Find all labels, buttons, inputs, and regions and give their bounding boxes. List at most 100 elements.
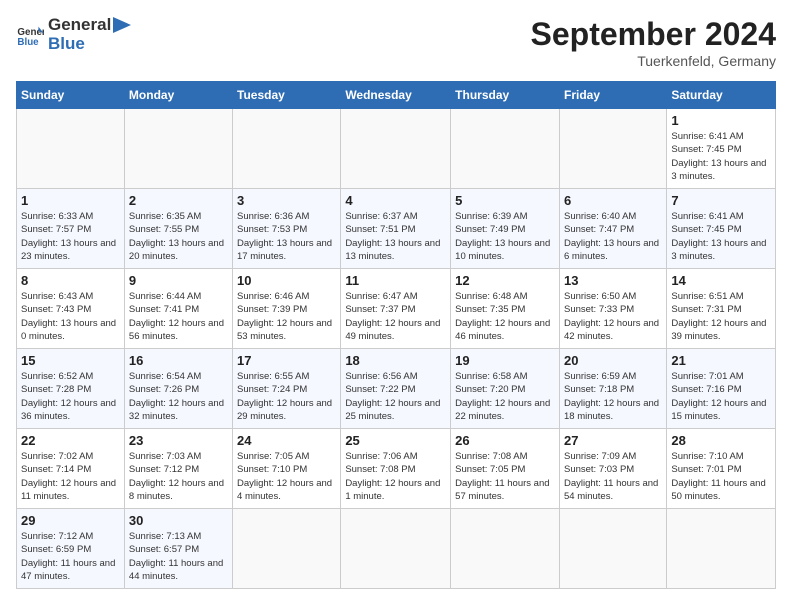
table-row: 14 Sunrise: 6:51 AMSunset: 7:31 PMDayligh… xyxy=(667,269,776,349)
table-row: 5Sunrise: 6:39 AMSunset: 7:49 PMDaylight… xyxy=(451,189,560,269)
location: Tuerkenfeld, Germany xyxy=(531,53,776,69)
header-tuesday: Tuesday xyxy=(233,82,341,109)
day-info: Sunrise: 6:48 AMSunset: 7:35 PMDaylight:… xyxy=(455,290,555,343)
table-row: 22Sunrise: 7:02 AMSunset: 7:14 PMDayligh… xyxy=(17,429,125,509)
day-info: Sunrise: 6:50 AMSunset: 7:33 PMDaylight:… xyxy=(564,290,662,343)
calendar-header-row: Sunday Monday Tuesday Wednesday Thursday… xyxy=(17,82,776,109)
table-row: 20Sunrise: 6:59 AMSunset: 7:18 PMDayligh… xyxy=(559,349,666,429)
day-info: Sunrise: 6:37 AMSunset: 7:51 PMDaylight:… xyxy=(345,210,446,263)
day-number: 6 xyxy=(564,193,662,208)
day-number: 4 xyxy=(345,193,446,208)
table-row: 16Sunrise: 6:54 AMSunset: 7:26 PMDayligh… xyxy=(124,349,232,429)
day-info: Sunrise: 7:06 AMSunset: 7:08 PMDaylight:… xyxy=(345,450,446,503)
table-row: 1 Sunrise: 6:41 AMSunset: 7:45 PMDaylight… xyxy=(667,109,776,189)
day-info: Sunrise: 7:03 AMSunset: 7:12 PMDaylight:… xyxy=(129,450,228,503)
day-info: Sunrise: 6:56 AMSunset: 7:22 PMDaylight:… xyxy=(345,370,446,423)
page-header: General Blue General Blue September 2024… xyxy=(16,16,776,69)
day-number: 1 xyxy=(671,113,771,128)
day-info: Sunrise: 7:05 AMSunset: 7:10 PMDaylight:… xyxy=(237,450,336,503)
calendar-week-row: 22Sunrise: 7:02 AMSunset: 7:14 PMDayligh… xyxy=(17,429,776,509)
day-number: 16 xyxy=(129,353,228,368)
day-number: 29 xyxy=(21,513,120,528)
logo-icon: General Blue xyxy=(16,21,44,49)
table-row: 26Sunrise: 7:08 AMSunset: 7:05 PMDayligh… xyxy=(451,429,560,509)
logo-general: General xyxy=(48,16,111,35)
table-row: 3 Sunrise: 6:36 AMSunset: 7:53 PMDaylight… xyxy=(233,189,341,269)
calendar-week-row: 1Sunrise: 6:33 AMSunset: 7:57 PMDaylight… xyxy=(17,189,776,269)
day-info: Sunrise: 6:51 AMSunset: 7:31 PMDaylight:… xyxy=(671,290,771,343)
day-number: 11 xyxy=(345,273,446,288)
table-row: 24 Sunrise: 7:05 AMSunset: 7:10 PMDayligh… xyxy=(233,429,341,509)
day-number: 25 xyxy=(345,433,446,448)
page-container: General Blue General Blue September 2024… xyxy=(0,0,792,597)
day-info: Sunrise: 7:12 AMSunset: 6:59 PMDaylight:… xyxy=(21,530,120,583)
table-row xyxy=(233,109,341,189)
table-row: 7Sunrise: 6:41 AMSunset: 7:45 PMDaylight… xyxy=(667,189,776,269)
day-info: Sunrise: 6:43 AMSunset: 7:43 PMDaylight:… xyxy=(21,290,120,343)
table-row xyxy=(559,109,666,189)
day-info: Sunrise: 6:40 AMSunset: 7:47 PMDaylight:… xyxy=(564,210,662,263)
day-info: Sunrise: 7:13 AMSunset: 6:57 PMDaylight:… xyxy=(129,530,228,583)
table-row: 9 Sunrise: 6:44 AMSunset: 7:41 PMDaylight… xyxy=(124,269,232,349)
day-number: 21 xyxy=(671,353,771,368)
day-info: Sunrise: 7:02 AMSunset: 7:14 PMDaylight:… xyxy=(21,450,120,503)
day-number: 9 xyxy=(129,273,228,288)
day-info: Sunrise: 6:46 AMSunset: 7:39 PMDaylight:… xyxy=(237,290,336,343)
day-number: 7 xyxy=(671,193,771,208)
table-row: 29 Sunrise: 7:12 AMSunset: 6:59 PMDayligh… xyxy=(17,509,125,589)
day-number: 2 xyxy=(129,193,228,208)
day-info: Sunrise: 6:58 AMSunset: 7:20 PMDaylight:… xyxy=(455,370,555,423)
header-monday: Monday xyxy=(124,82,232,109)
table-row xyxy=(341,109,451,189)
table-row: 27Sunrise: 7:09 AMSunset: 7:03 PMDayligh… xyxy=(559,429,666,509)
day-info: Sunrise: 6:55 AMSunset: 7:24 PMDaylight:… xyxy=(237,370,336,423)
table-row: 18 Sunrise: 6:56 AMSunset: 7:22 PMDayligh… xyxy=(341,349,451,429)
table-row xyxy=(17,109,125,189)
logo: General Blue General Blue xyxy=(16,16,131,53)
table-row: 6 Sunrise: 6:40 AMSunset: 7:47 PMDaylight… xyxy=(559,189,666,269)
table-row xyxy=(341,509,451,589)
day-number: 14 xyxy=(671,273,771,288)
header-sunday: Sunday xyxy=(17,82,125,109)
table-row xyxy=(559,509,666,589)
table-row: 21Sunrise: 7:01 AMSunset: 7:16 PMDayligh… xyxy=(667,349,776,429)
table-row xyxy=(233,509,341,589)
table-row xyxy=(451,109,560,189)
day-number: 12 xyxy=(455,273,555,288)
logo-blue: Blue xyxy=(48,35,131,54)
title-section: September 2024 Tuerkenfeld, Germany xyxy=(531,16,776,69)
day-number: 13 xyxy=(564,273,662,288)
calendar-week-row: 8Sunrise: 6:43 AMSunset: 7:43 PMDaylight… xyxy=(17,269,776,349)
table-row: 23 Sunrise: 7:03 AMSunset: 7:12 PMDayligh… xyxy=(124,429,232,509)
day-number: 27 xyxy=(564,433,662,448)
calendar-week-row: 29 Sunrise: 7:12 AMSunset: 6:59 PMDayligh… xyxy=(17,509,776,589)
day-number: 24 xyxy=(237,433,336,448)
svg-text:Blue: Blue xyxy=(17,36,39,47)
table-row: 28 Sunrise: 7:10 AMSunset: 7:01 PMDayligh… xyxy=(667,429,776,509)
header-saturday: Saturday xyxy=(667,82,776,109)
day-number: 19 xyxy=(455,353,555,368)
day-number: 23 xyxy=(129,433,228,448)
day-number: 3 xyxy=(237,193,336,208)
day-number: 20 xyxy=(564,353,662,368)
table-row: 25 Sunrise: 7:06 AMSunset: 7:08 PMDayligh… xyxy=(341,429,451,509)
table-row xyxy=(451,509,560,589)
day-info: Sunrise: 6:36 AMSunset: 7:53 PMDaylight:… xyxy=(237,210,336,263)
day-info: Sunrise: 7:08 AMSunset: 7:05 PMDaylight:… xyxy=(455,450,555,503)
table-row: 13 Sunrise: 6:50 AMSunset: 7:33 PMDayligh… xyxy=(559,269,666,349)
day-number: 28 xyxy=(671,433,771,448)
table-row: 12 Sunrise: 6:48 AMSunset: 7:35 PMDayligh… xyxy=(451,269,560,349)
day-info: Sunrise: 6:44 AMSunset: 7:41 PMDaylight:… xyxy=(129,290,228,343)
day-number: 18 xyxy=(345,353,446,368)
calendar-week-row: 1 Sunrise: 6:41 AMSunset: 7:45 PMDaylight… xyxy=(17,109,776,189)
day-info: Sunrise: 6:35 AMSunset: 7:55 PMDaylight:… xyxy=(129,210,228,263)
calendar-table: Sunday Monday Tuesday Wednesday Thursday… xyxy=(16,81,776,589)
header-thursday: Thursday xyxy=(451,82,560,109)
table-row: 19 Sunrise: 6:58 AMSunset: 7:20 PMDayligh… xyxy=(451,349,560,429)
day-info: Sunrise: 6:52 AMSunset: 7:28 PMDaylight:… xyxy=(21,370,120,423)
day-info: Sunrise: 6:41 AMSunset: 7:45 PMDaylight:… xyxy=(671,130,771,183)
day-info: Sunrise: 7:10 AMSunset: 7:01 PMDaylight:… xyxy=(671,450,771,503)
table-row: 17Sunrise: 6:55 AMSunset: 7:24 PMDayligh… xyxy=(233,349,341,429)
month-title: September 2024 xyxy=(531,16,776,53)
calendar-week-row: 15Sunrise: 6:52 AMSunset: 7:28 PMDayligh… xyxy=(17,349,776,429)
